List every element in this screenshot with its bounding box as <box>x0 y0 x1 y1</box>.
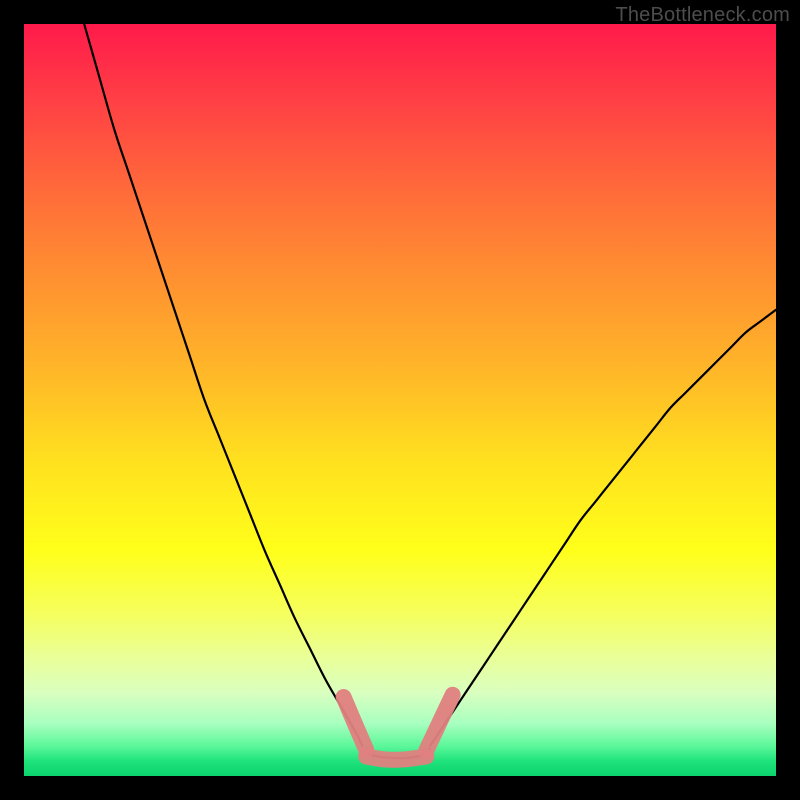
watermark-text: TheBottleneck.com <box>615 4 790 27</box>
series-curve-left <box>84 24 362 746</box>
plot-area <box>24 24 776 776</box>
chart-frame: TheBottleneck.com <box>0 0 800 800</box>
highlight-segment-1 <box>366 756 426 759</box>
highlight-segment-0 <box>344 697 367 750</box>
series-curve-right <box>430 310 776 746</box>
plot-svg <box>24 24 776 776</box>
highlight-segment-2 <box>426 695 452 751</box>
